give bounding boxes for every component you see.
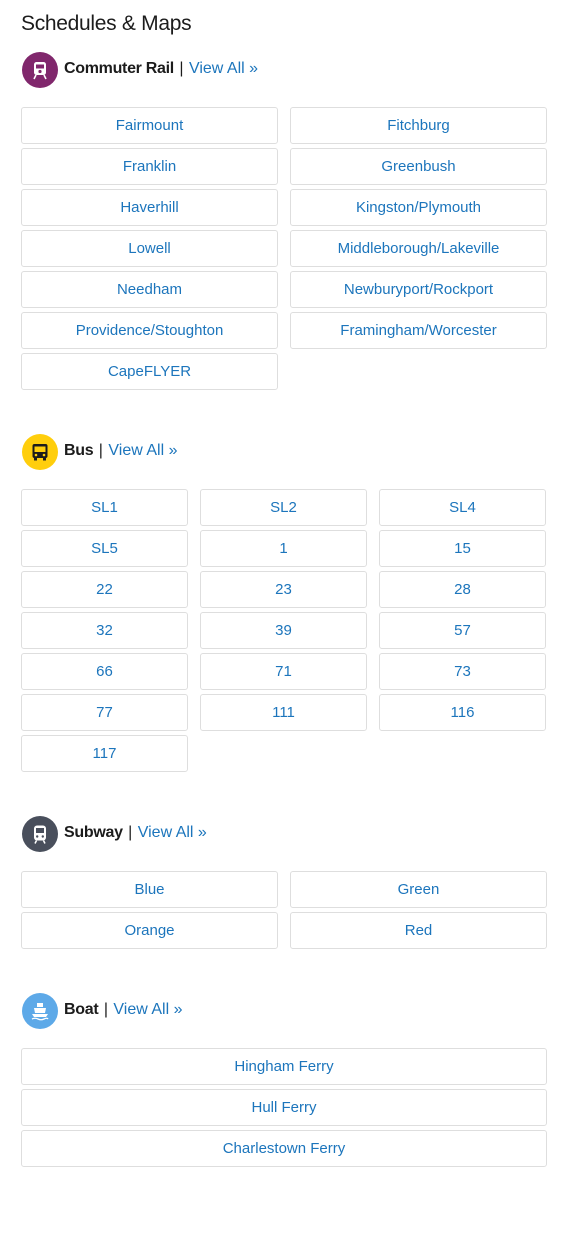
route-button-green[interactable]: Green	[290, 871, 547, 908]
page-title: Schedules & Maps	[21, 12, 192, 35]
commuter-rail-routes: Fairmount Fitchburg Franklin Greenbush H…	[21, 107, 547, 390]
commuter-rail-header: Commuter Rail | View All »	[21, 52, 547, 88]
route-button-1[interactable]: 1	[200, 530, 367, 567]
route-button-providence-stoughton[interactable]: Providence/Stoughton	[21, 312, 278, 349]
route-button-23[interactable]: 23	[200, 571, 367, 608]
subway-section: Subway | View All » Blue Green Orange Re…	[21, 816, 547, 951]
bus-routes: SL1 SL2 SL4 SL5 1 15 22 23 28 32 39 57 6…	[21, 489, 546, 772]
route-button-sl5[interactable]: SL5	[21, 530, 188, 567]
route-button-15[interactable]: 15	[379, 530, 546, 567]
route-button-orange[interactable]: Orange	[21, 912, 278, 949]
bus-title: Bus | View All »	[64, 442, 177, 460]
route-button-hingham-ferry[interactable]: Hingham Ferry	[21, 1048, 547, 1085]
route-button-hull-ferry[interactable]: Hull Ferry	[21, 1089, 547, 1126]
separator: |	[179, 60, 184, 77]
bus-icon	[22, 434, 58, 470]
subway-view-all-link[interactable]: View All »	[138, 824, 207, 841]
route-button-32[interactable]: 32	[21, 612, 188, 649]
route-button-red[interactable]: Red	[290, 912, 547, 949]
route-button-28[interactable]: 28	[379, 571, 546, 608]
route-button-capeflyer[interactable]: CapeFLYER	[21, 353, 278, 390]
route-button-kingston-plymouth[interactable]: Kingston/Plymouth	[290, 189, 547, 226]
subway-title: Subway | View All »	[64, 824, 207, 842]
boat-routes: Hingham Ferry Hull Ferry Charlestown Fer…	[21, 1048, 547, 1167]
route-button-39[interactable]: 39	[200, 612, 367, 649]
route-button-71[interactable]: 71	[200, 653, 367, 690]
boat-header: Boat | View All »	[21, 993, 547, 1029]
bus-section: Bus | View All » SL1 SL2 SL4 SL5 1 15 22…	[21, 434, 547, 774]
route-button-framingham-worcester[interactable]: Framingham/Worcester	[290, 312, 547, 349]
route-button-middleborough-lakeville[interactable]: Middleborough/Lakeville	[290, 230, 547, 267]
route-button-blue[interactable]: Blue	[21, 871, 278, 908]
route-button-116[interactable]: 116	[379, 694, 546, 731]
route-button-sl1[interactable]: SL1	[21, 489, 188, 526]
route-button-charlestown-ferry[interactable]: Charlestown Ferry	[21, 1130, 547, 1167]
route-button-lowell[interactable]: Lowell	[21, 230, 278, 267]
route-button-greenbush[interactable]: Greenbush	[290, 148, 547, 185]
boat-section: Boat | View All » Hingham Ferry Hull Fer…	[21, 993, 547, 1169]
route-button-73[interactable]: 73	[379, 653, 546, 690]
boat-icon	[22, 993, 58, 1029]
commuter-rail-title: Commuter Rail | View All »	[64, 60, 258, 78]
separator: |	[128, 824, 133, 841]
route-button-sl4[interactable]: SL4	[379, 489, 546, 526]
commuter-rail-section: Commuter Rail | View All » Fairmount Fit…	[21, 52, 547, 392]
route-button-newburyport-rockport[interactable]: Newburyport/Rockport	[290, 271, 547, 308]
route-button-66[interactable]: 66	[21, 653, 188, 690]
subway-name: Subway	[64, 824, 123, 841]
bus-view-all-link[interactable]: View All »	[108, 442, 177, 459]
separator: |	[103, 1001, 108, 1018]
subway-icon	[22, 816, 58, 852]
route-button-111[interactable]: 111	[200, 694, 367, 731]
bus-name: Bus	[64, 442, 94, 459]
route-button-franklin[interactable]: Franklin	[21, 148, 278, 185]
subway-header: Subway | View All »	[21, 816, 547, 852]
commuter-rail-icon	[22, 52, 58, 88]
schedules-maps-page: Schedules & Maps Commuter Rail | View Al…	[0, 0, 568, 1240]
route-button-sl2[interactable]: SL2	[200, 489, 367, 526]
separator: |	[98, 442, 103, 459]
route-button-needham[interactable]: Needham	[21, 271, 278, 308]
bus-header: Bus | View All »	[21, 434, 547, 470]
commuter-rail-name: Commuter Rail	[64, 60, 174, 77]
route-button-77[interactable]: 77	[21, 694, 188, 731]
route-button-117[interactable]: 117	[21, 735, 188, 772]
route-button-fairmount[interactable]: Fairmount	[21, 107, 278, 144]
boat-view-all-link[interactable]: View All »	[113, 1001, 182, 1018]
route-button-22[interactable]: 22	[21, 571, 188, 608]
subway-routes: Blue Green Orange Red	[21, 871, 547, 949]
boat-name: Boat	[64, 1001, 99, 1018]
route-button-57[interactable]: 57	[379, 612, 546, 649]
boat-title: Boat | View All »	[64, 1001, 183, 1019]
route-button-fitchburg[interactable]: Fitchburg	[290, 107, 547, 144]
route-button-haverhill[interactable]: Haverhill	[21, 189, 278, 226]
commuter-rail-view-all-link[interactable]: View All »	[189, 60, 258, 77]
